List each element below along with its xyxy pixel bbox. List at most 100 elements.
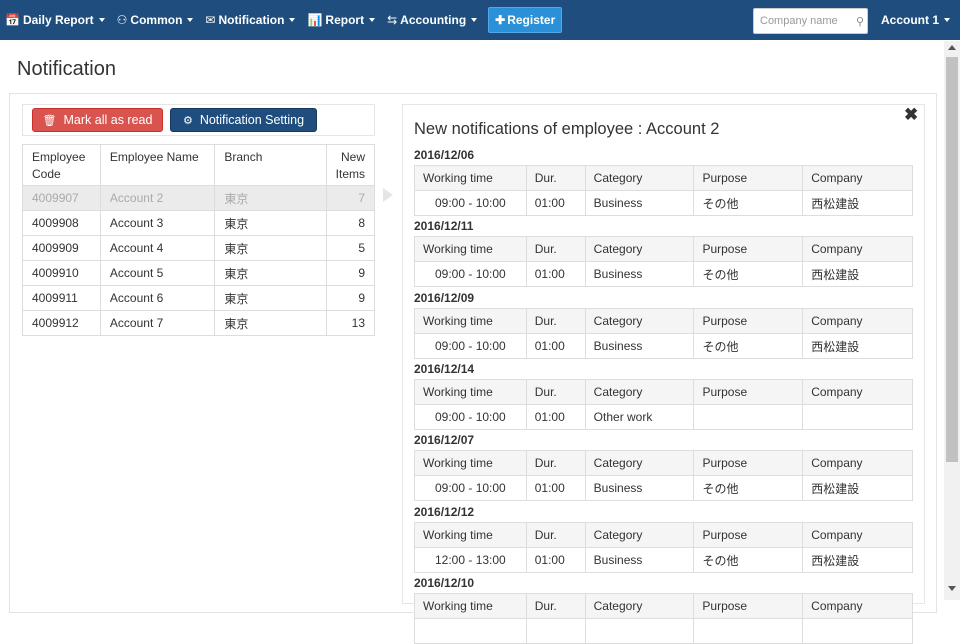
table-header-row: Working time Dur. Category Purpose Company (414, 450, 913, 476)
notification-category-cell: Other work (584, 404, 695, 430)
scrollbar-thumb[interactable] (946, 57, 958, 462)
notification-setting-button[interactable]: ⚙ Notification Setting (170, 108, 317, 132)
notification-date: 2016/12/14 (414, 362, 475, 376)
column-header: Category (584, 522, 695, 548)
column-header: Purpose (693, 522, 804, 548)
scroll-up-icon[interactable] (948, 45, 956, 50)
employee-code-cell: 4009910 (22, 260, 101, 286)
notification-dur-cell: 01:00 (525, 333, 586, 359)
table-header-row: Working time Dur. Category Purpose Company (414, 236, 913, 262)
notification-company-cell: 西松建設 (802, 475, 913, 501)
employee-count-cell: 8 (325, 210, 376, 236)
company-search: ⚲ (753, 8, 868, 34)
nav-report[interactable]: 📊 Report (302, 0, 382, 40)
employee-count-cell: 9 (325, 285, 376, 311)
sitemap-icon: ⚇ (116, 13, 128, 27)
close-icon[interactable]: ✖ (904, 105, 918, 125)
table-row[interactable]: 4009911 Account 6 東京 9 (22, 285, 376, 311)
nav-common[interactable]: ⚇ Common (112, 0, 201, 40)
table-row[interactable]: 4009908 Account 3 東京 8 (22, 210, 376, 236)
nav-label: Notification (218, 13, 285, 27)
column-header: Dur. (525, 450, 586, 476)
notification-category-cell: Business (584, 475, 695, 501)
notification-purpose-cell: その他 (693, 475, 804, 501)
table-header-row: Working time Dur. Category Purpose Company (414, 379, 913, 405)
column-header[interactable]: New Items (325, 144, 376, 186)
employee-branch-cell: 東京 (214, 310, 327, 336)
page-scrollbar[interactable] (944, 41, 960, 600)
column-header[interactable]: Employee Code (22, 144, 101, 186)
notification-date: 2016/12/07 (414, 433, 475, 447)
notification-date: 2016/12/12 (414, 505, 475, 519)
caret-down-icon (944, 18, 951, 22)
envelope-icon: ✉ (205, 13, 216, 27)
notification-time-cell: 09:00 - 10:00 (414, 190, 527, 216)
nav-accounting[interactable]: ⇆ Accounting (382, 0, 484, 40)
notification-company-cell (802, 404, 913, 430)
nav-notification[interactable]: ✉ Notification (200, 0, 302, 40)
account-label: Account 1 (881, 13, 940, 27)
notification-day: 2016/12/06 Working time Dur. Category Purpos… (414, 148, 913, 216)
notification-day: 2016/12/14 Working time Dur. Category Purpos… (414, 362, 913, 430)
column-header: Working time (414, 165, 527, 191)
column-header: Purpose (693, 450, 804, 476)
notification-company-cell (802, 618, 913, 644)
notification-time-cell: 12:00 - 13:00 (414, 547, 527, 573)
notification-purpose-cell (693, 618, 804, 644)
column-header: Working time (414, 308, 527, 334)
employee-branch-cell: 東京 (214, 260, 327, 286)
caret-down-icon (187, 18, 194, 22)
notification-date: 2016/12/06 (414, 148, 475, 162)
column-header: Company (802, 379, 913, 405)
table-row: 12:00 - 13:00 01:00 Business その他 西松建設 (414, 547, 913, 573)
search-icon[interactable]: ⚲ (856, 15, 864, 28)
employee-branch-cell: 東京 (214, 235, 327, 261)
column-header: Purpose (693, 379, 804, 405)
nav-label: Accounting (400, 13, 467, 27)
employee-branch-cell: 東京 (214, 285, 327, 311)
column-header: Working time (414, 236, 527, 262)
column-header: Working time (414, 522, 527, 548)
bar-chart-icon: 📊 (307, 13, 323, 27)
notification-day: 2016/12/12 Working time Dur. Category Purpos… (414, 505, 913, 573)
column-header: Dur. (525, 522, 586, 548)
column-header[interactable]: Branch (214, 144, 327, 186)
table-row: 09:00 - 10:00 01:00 Other work (414, 404, 913, 430)
table-row[interactable]: 4009910 Account 5 東京 9 (22, 260, 376, 286)
register-button[interactable]: ✚ Register (488, 7, 563, 33)
table-row[interactable]: 4009907 Account 2 東京 7 (22, 185, 376, 211)
nav-label: Common (130, 13, 183, 27)
mark-all-read-button[interactable]: 🗑 Mark all as read (32, 108, 163, 132)
column-header: Purpose (693, 593, 804, 619)
employee-name-cell: Account 4 (99, 235, 216, 261)
employee-table: Employee Code Employee Name Branch New I… (22, 144, 376, 336)
employee-branch-cell: 東京 (214, 210, 327, 236)
column-header: Company (802, 450, 913, 476)
column-header: Dur. (525, 236, 586, 262)
column-header[interactable]: Employee Name (99, 144, 216, 186)
account-menu[interactable]: Account 1 (881, 0, 951, 40)
notification-date: 2016/12/11 (414, 219, 474, 233)
selection-arrow-icon (383, 188, 393, 202)
employee-name-cell: Account 6 (99, 285, 216, 311)
notification-table: Working time Dur. Category Purpose Company 09… (414, 450, 913, 501)
column-header: Purpose (693, 165, 804, 191)
nav-daily-report[interactable]: 📅 Daily Report (0, 0, 112, 40)
scroll-down-icon[interactable] (948, 586, 956, 591)
register-label: Register (507, 13, 556, 27)
notification-dur-cell (525, 618, 586, 644)
notification-date: 2016/12/09 (414, 291, 475, 305)
table-row[interactable]: 4009912 Account 7 東京 13 (22, 310, 376, 336)
calendar-icon: 📅 (5, 13, 20, 27)
column-header: Company (802, 236, 913, 262)
column-header: Purpose (693, 236, 804, 262)
notification-purpose-cell: その他 (693, 333, 804, 359)
column-header: Company (802, 165, 913, 191)
exchange-icon: ⇆ (387, 13, 398, 27)
company-search-input[interactable] (760, 15, 852, 27)
notification-purpose-cell (693, 404, 804, 430)
notification-table: Working time Dur. Category Purpose Company 09… (414, 308, 913, 359)
column-header: Dur. (525, 308, 586, 334)
table-row[interactable]: 4009909 Account 4 東京 5 (22, 235, 376, 261)
column-header: Category (584, 379, 695, 405)
